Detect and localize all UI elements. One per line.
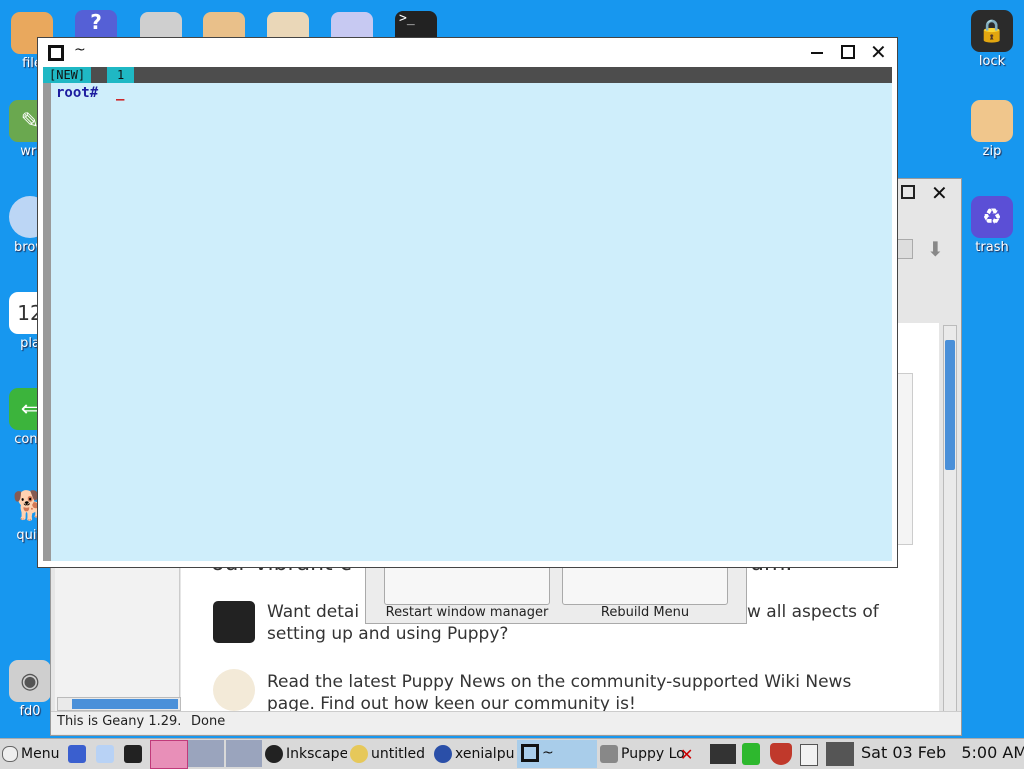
clock[interactable]: Sat 03 Feb 5:00 AM (861, 743, 1024, 762)
desktop-icon-lock[interactable]: 🔒 lock (962, 10, 1022, 69)
horizontal-scrollbar[interactable] (57, 697, 181, 711)
prompt: root# (56, 85, 99, 101)
inkscape-icon (265, 745, 283, 763)
terminal-body[interactable]: root# _ (43, 83, 892, 561)
zip-icon (971, 100, 1013, 142)
tab-new[interactable]: [NEW] (43, 67, 92, 83)
terminal-tabbar: [NEW] 1 (43, 67, 892, 83)
window-icon (48, 45, 64, 61)
clapper-icon (213, 601, 255, 643)
task-inkscape[interactable]: Inkscape (265, 741, 347, 767)
puppy-menu-icon (2, 746, 18, 762)
notes-icon[interactable] (331, 12, 373, 38)
terminal-icon (124, 745, 142, 763)
rebuild-menu-button[interactable]: Rebuild Menu (562, 563, 728, 620)
scrollbar-thumb[interactable] (945, 340, 955, 470)
desktop-icon-zip[interactable]: zip (962, 100, 1022, 159)
cpu-monitor-icon[interactable] (826, 742, 854, 766)
quicklaunch-desktop[interactable] (68, 741, 89, 767)
volume-muted-icon[interactable]: ✕ (680, 745, 698, 764)
settings-icon[interactable] (267, 12, 309, 38)
quicklaunch-terminal[interactable] (124, 741, 145, 767)
task-terminal[interactable]: ~ (517, 740, 597, 768)
close-button[interactable]: ✕ (870, 40, 887, 64)
status-left: This is Geany 1.29. (57, 714, 182, 729)
minimize-button[interactable] (811, 52, 823, 54)
drive-icon: ◉ (9, 660, 51, 702)
close-button[interactable]: ✕ (931, 181, 948, 205)
terminal-titlebar[interactable]: ~ ✕ (38, 38, 897, 67)
terminal-desktop-icon[interactable]: >_ (395, 11, 437, 38)
trash-icon: ♻ (971, 196, 1013, 238)
workspace-3[interactable] (226, 740, 262, 767)
disc-icon[interactable] (140, 12, 182, 38)
quicklaunch-browser[interactable] (96, 741, 117, 767)
geany-icon (350, 745, 368, 763)
clipboard-icon[interactable] (800, 744, 818, 766)
workspace-1[interactable] (150, 740, 188, 769)
folder-top-icon[interactable] (203, 12, 245, 38)
lock-icon: 🔒 (971, 10, 1013, 52)
taskbar: Menu Inkscape untitled xenialpu ~ Puppy … (0, 738, 1024, 769)
window-icon (521, 744, 539, 762)
vertical-scrollbar[interactable] (943, 325, 957, 715)
content-line-3a: Read the latest Puppy News on the commun… (267, 672, 852, 692)
tools-icon (600, 745, 618, 763)
firewall-icon[interactable] (770, 743, 792, 765)
content-line-2c: setting up and using Puppy? (267, 624, 509, 644)
download-icon[interactable]: ⬇ (927, 237, 944, 261)
help-icon[interactable]: ? (75, 10, 117, 38)
task-puppy[interactable]: Puppy Lo (600, 741, 690, 767)
desktop-icon-trash[interactable]: ♻ trash (962, 196, 1022, 255)
workspace-2[interactable] (188, 740, 224, 767)
content-line-2b: w all aspects of (747, 602, 879, 622)
task-untitled[interactable]: untitled (350, 741, 430, 767)
maximize-button[interactable] (841, 45, 855, 59)
restart-wm-button[interactable]: Restart window manager (384, 563, 550, 620)
tab-1[interactable]: 1 (107, 67, 135, 83)
window-title: ~ (74, 42, 86, 58)
desktop-icon (68, 745, 86, 763)
puppy-logo-icon (213, 669, 255, 711)
terminal-window[interactable]: ~ ✕ [NEW] 1 root# _ (37, 37, 898, 568)
task-xenialpup[interactable]: xenialpu (434, 741, 514, 767)
network-icon[interactable] (710, 744, 736, 764)
globe-icon (434, 745, 452, 763)
browser-icon (96, 745, 114, 763)
cursor: _ (116, 85, 125, 101)
status-main: Done (191, 714, 226, 729)
maximize-button[interactable] (901, 185, 915, 199)
menu-button[interactable]: Menu (2, 741, 59, 767)
battery-icon[interactable] (742, 743, 760, 765)
terminal-margin (43, 83, 51, 561)
status-bar: This is Geany 1.29. Done (51, 711, 961, 734)
